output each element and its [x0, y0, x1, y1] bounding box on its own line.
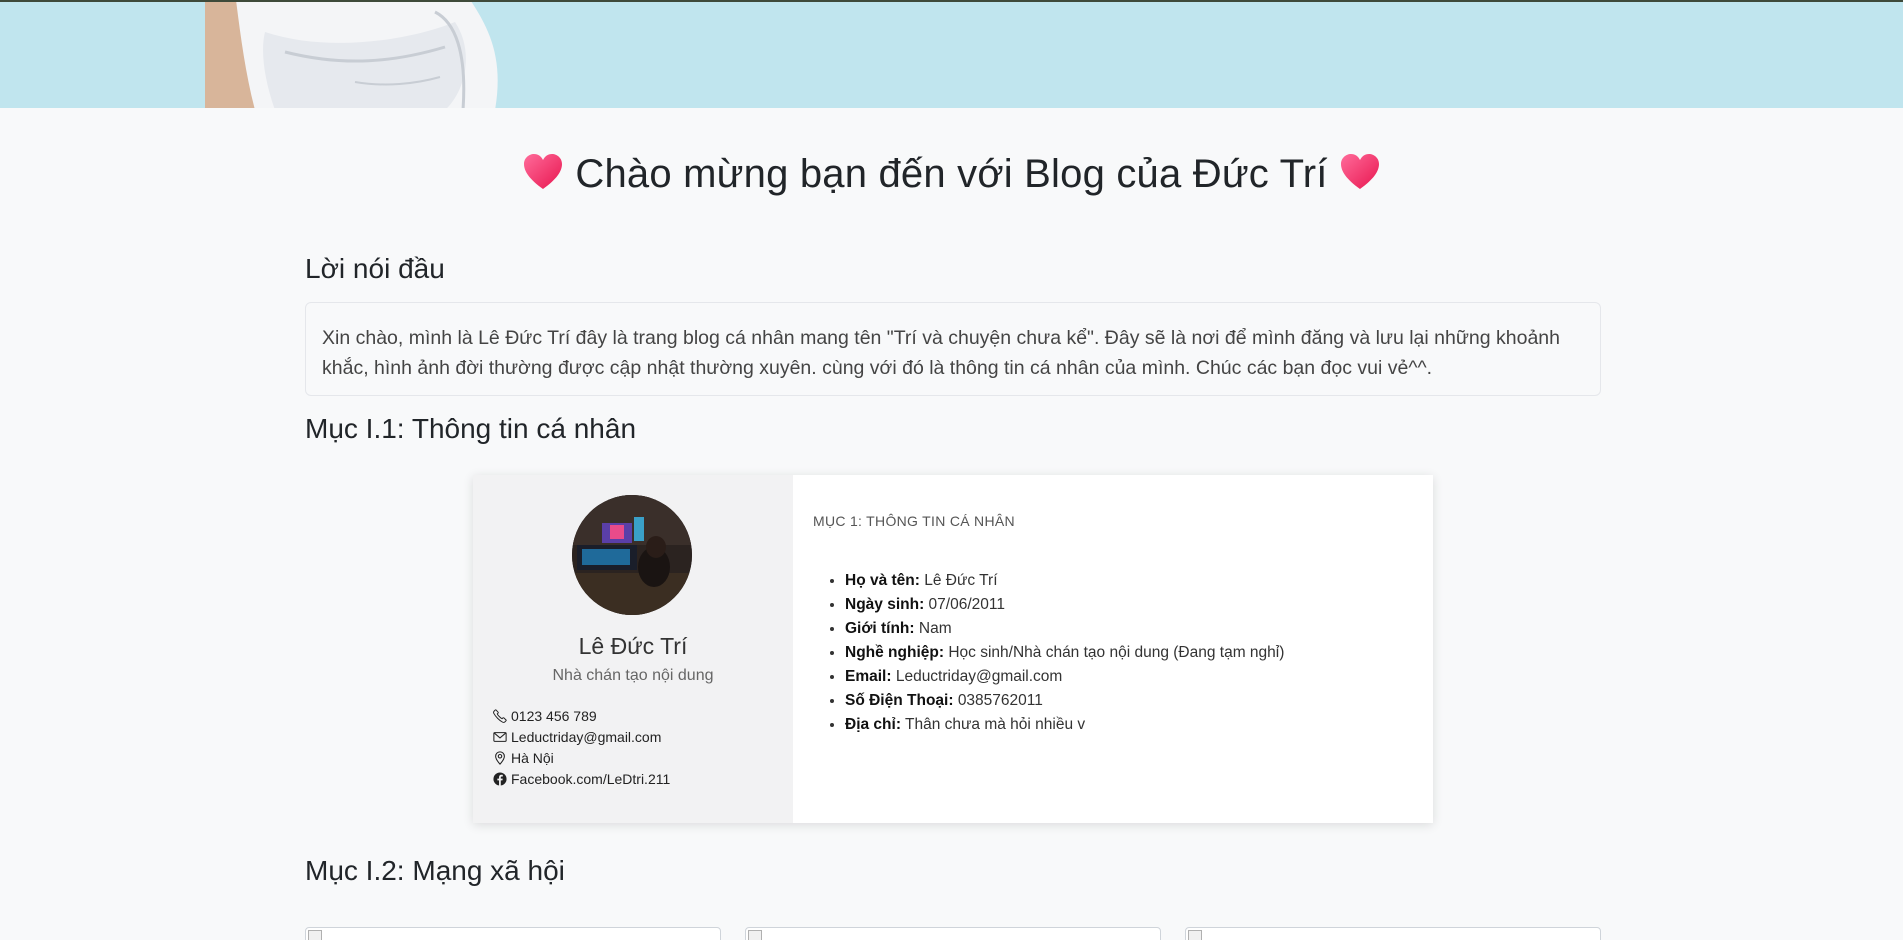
heart-icon	[523, 153, 563, 201]
section1-heading: Mục I.1: Thông tin cá nhân	[305, 413, 637, 444]
social-image-3[interactable]	[1185, 927, 1601, 940]
info-item-name: Họ và tên: Lê Đức Trí	[845, 569, 1413, 593]
profile-details: MỤC 1: THÔNG TIN CÁ NHÂN Họ và tên: Lê Đ…	[793, 475, 1433, 823]
heart-icon	[1340, 153, 1380, 201]
contact-list: 0123 456 789 Leductriday@gmail.com Hà Nộ…	[493, 705, 670, 789]
header-banner	[0, 0, 1903, 108]
contact-email: Leductriday@gmail.com	[493, 726, 670, 747]
location-pin-icon	[495, 750, 505, 765]
profile-card: Lê Đức Trí Nhà chán tạo nội dung 0123 45…	[473, 475, 1433, 823]
profile-role: Nhà chán tạo nội dung	[552, 667, 714, 684]
contact-phone-text: 0123 456 789	[511, 707, 597, 724]
section2-heading: Mục I.2: Mạng xã hội	[305, 855, 565, 886]
info-item-phone: Số Điện Thoại: 0385762011	[845, 689, 1413, 713]
page-title-text: Chào mừng bạn đến với Blog của Đức Trí	[575, 152, 1328, 196]
contact-phone: 0123 456 789	[493, 705, 670, 726]
profile-info-list: Họ và tên: Lê Đức Trí Ngày sinh: 07/06/2…	[813, 569, 1413, 737]
avatar	[572, 495, 692, 615]
info-item-address: Địa chỉ: Thân chưa mà hỏi nhiều v	[845, 713, 1413, 737]
envelope-icon	[493, 731, 507, 742]
broken-image-icon	[748, 930, 762, 940]
info-item-gender: Giới tính: Nam	[845, 617, 1413, 641]
intro-text: Xin chào, mình là Lê Đức Trí đây là tran…	[305, 302, 1601, 396]
facebook-icon	[493, 771, 507, 786]
social-image-2[interactable]	[745, 927, 1161, 940]
contact-facebook[interactable]: Facebook.com/LeDtri.211	[493, 768, 670, 789]
info-item-birthday: Ngày sinh: 07/06/2011	[845, 593, 1413, 617]
profile-name: Lê Đức Trí	[578, 633, 688, 659]
contact-location-text: Hà Nội	[511, 749, 554, 766]
info-item-email: Email: Leductriday@gmail.com	[845, 665, 1413, 689]
phone-icon	[493, 708, 507, 723]
profile-sidebar: Lê Đức Trí Nhà chán tạo nội dung 0123 45…	[473, 475, 793, 823]
broken-image-icon	[308, 930, 322, 940]
contact-location: Hà Nội	[493, 747, 670, 768]
info-item-occupation: Nghề nghiệp: Học sinh/Nhà chán tạo nội d…	[845, 641, 1413, 665]
page-title: Chào mừng bạn đến với Blog của Đức Trí	[0, 152, 1903, 201]
social-image-1[interactable]	[305, 927, 721, 940]
contact-email-text: Leductriday@gmail.com	[511, 728, 662, 745]
broken-image-icon	[1188, 930, 1202, 940]
contact-facebook-text[interactable]: Facebook.com/LeDtri.211	[511, 771, 670, 787]
banner-person-image	[205, 2, 498, 108]
intro-heading: Lời nói đầu	[305, 253, 445, 284]
profile-section-label: MỤC 1: THÔNG TIN CÁ NHÂN	[813, 513, 1015, 529]
